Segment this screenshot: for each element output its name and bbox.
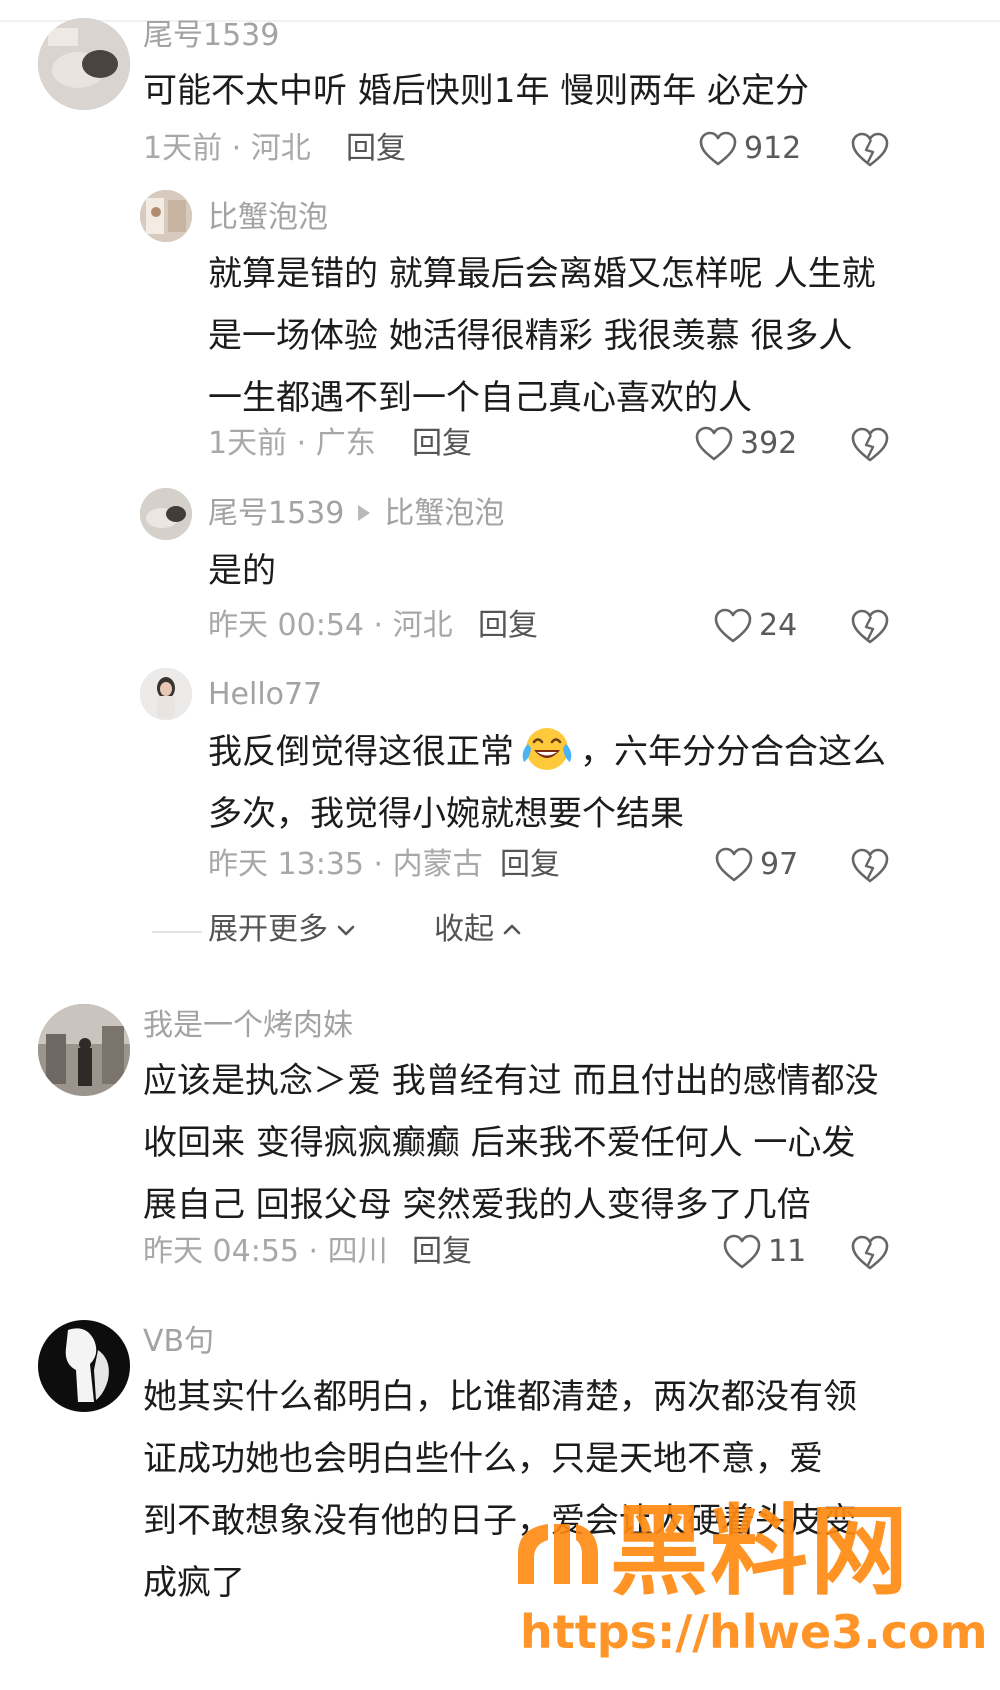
collapse-label: 收起 — [434, 912, 494, 947]
username[interactable]: 尾号1539 — [143, 16, 279, 56]
comment-text-line: 收回来 变得疯疯癫癫 后来我不爱任何人 一心发 — [143, 1123, 856, 1163]
heart-icon — [714, 608, 752, 643]
avatar[interactable] — [38, 1004, 130, 1096]
comment-text-line: 我反倒觉得这很正常 ，六年分分合合这么 — [208, 721, 886, 783]
divider — [152, 931, 202, 933]
avatar[interactable] — [38, 18, 130, 110]
like-button[interactable]: 912 — [698, 129, 801, 169]
reply-button[interactable]: 回复 — [478, 606, 538, 646]
like-button[interactable]: 392 — [694, 424, 797, 464]
comment-text: 是的 — [208, 540, 276, 602]
username[interactable]: 尾号1539 比蟹泡泡 — [208, 494, 504, 534]
tears-of-joy-emoji — [522, 728, 572, 770]
watermark-url: https://hlwe3.com — [520, 1605, 988, 1659]
heart-icon — [715, 847, 753, 882]
dislike-icon[interactable] — [850, 130, 890, 170]
comment-meta: 1天前 · 广东 — [208, 426, 376, 461]
username[interactable]: Hello77 — [208, 675, 322, 715]
chevron-down-icon — [337, 925, 355, 936]
comment-text-line: 就算是错的 就算最后会离婚又怎样呢 人生就 — [208, 254, 876, 294]
avatar[interactable] — [140, 190, 192, 242]
like-count: 912 — [744, 131, 802, 166]
expand-more-button[interactable]: 展开更多 — [208, 908, 358, 952]
watermark-title: 黑料网 — [610, 1495, 911, 1609]
like-count: 24 — [759, 608, 798, 643]
collapse-button[interactable]: 收起 — [434, 908, 524, 952]
reply-button[interactable]: 回复 — [412, 1232, 472, 1272]
username[interactable]: 我是一个烤肉妹 — [143, 1006, 353, 1046]
like-count: 97 — [760, 847, 799, 882]
like-button[interactable]: 11 — [722, 1232, 806, 1272]
username[interactable]: VB句 — [143, 1322, 214, 1362]
watermark: 黑料网 https://hlwe3.com — [500, 1498, 1000, 1690]
comment-meta: 昨天 13:35 · 内蒙古 — [208, 847, 483, 882]
watermark-logo-icon — [518, 1524, 598, 1584]
like-count: 392 — [740, 426, 798, 461]
dislike-icon[interactable] — [850, 846, 890, 886]
comment-text: 我反倒觉得这很正常 ，六年分分合合这么 多次，我觉得小婉就想要个结果 — [208, 721, 886, 845]
heart-icon — [723, 1234, 761, 1269]
comment-text: 可能不太中听 婚后快则1年 慢则两年 必定分 — [143, 60, 809, 122]
avatar[interactable] — [38, 1320, 130, 1412]
comment-text-segment: 我反倒觉得这很正常 — [208, 732, 514, 772]
comment-text-segment: ，六年分分合合这么 — [580, 732, 886, 772]
comment-text-line: 应该是执念＞爱 我曾经有过 而且付出的感情都没 — [143, 1061, 879, 1101]
username[interactable]: 比蟹泡泡 — [208, 198, 328, 238]
comment-text-line: 是的 — [208, 551, 276, 591]
expand-more-label: 展开更多 — [208, 912, 328, 947]
comment-meta: 昨天 04:55 · 四川 — [143, 1234, 388, 1269]
avatar[interactable] — [140, 668, 192, 720]
comment-text-line: 可能不太中听 婚后快则1年 慢则两年 必定分 — [143, 71, 810, 111]
reply-author: 尾号1539 — [208, 496, 345, 531]
comment-text-line: 证成功她也会明白些什么，只是天地不意，爱 — [143, 1439, 823, 1479]
comment-text: 应该是执念＞爱 我曾经有过 而且付出的感情都没 收回来 变得疯疯癫癫 后来我不爱… — [143, 1050, 879, 1236]
like-count: 11 — [768, 1234, 807, 1269]
comment-meta: 1天前 · 河北 — [143, 131, 311, 166]
comment-thread-page: 尾号1539 可能不太中听 婚后快则1年 慢则两年 必定分 1天前 · 河北 回… — [0, 0, 1000, 1690]
comment-text: 就算是错的 就算最后会离婚又怎样呢 人生就 是一场体验 她活得很精彩 我很羡慕 … — [208, 243, 876, 429]
dislike-icon[interactable] — [850, 1233, 890, 1273]
comment-text-line: 一生都遇不到一个自己真心喜欢的人 — [208, 378, 752, 418]
like-button[interactable]: 24 — [713, 606, 797, 646]
reply-button[interactable]: 回复 — [346, 129, 406, 169]
comment-text-line: 她其实什么都明白，比谁都清楚，两次都没有领 — [143, 1377, 857, 1417]
comment-text-line: 是一场体验 她活得很精彩 我很羡慕 很多人 — [208, 316, 853, 356]
reply-button[interactable]: 回复 — [412, 424, 472, 464]
chevron-up-icon — [503, 924, 521, 935]
heart-icon — [695, 426, 733, 461]
reply-target: 比蟹泡泡 — [384, 496, 505, 531]
comment-text-line: 展自己 回报父母 突然爱我的人变得多了几倍 — [143, 1185, 811, 1225]
dislike-icon[interactable] — [850, 607, 890, 647]
avatar[interactable] — [140, 488, 192, 540]
heart-icon — [699, 131, 737, 166]
reply-arrow-icon — [358, 505, 371, 521]
comment-text-line: 多次，我觉得小婉就想要个结果 — [208, 794, 684, 834]
like-button[interactable]: 97 — [714, 845, 798, 885]
reply-button[interactable]: 回复 — [500, 845, 560, 885]
dislike-icon[interactable] — [850, 425, 890, 465]
comment-meta: 昨天 00:54 · 河北 — [208, 608, 453, 643]
replies-toggle-row: 展开更多 收起 — [0, 908, 1000, 958]
